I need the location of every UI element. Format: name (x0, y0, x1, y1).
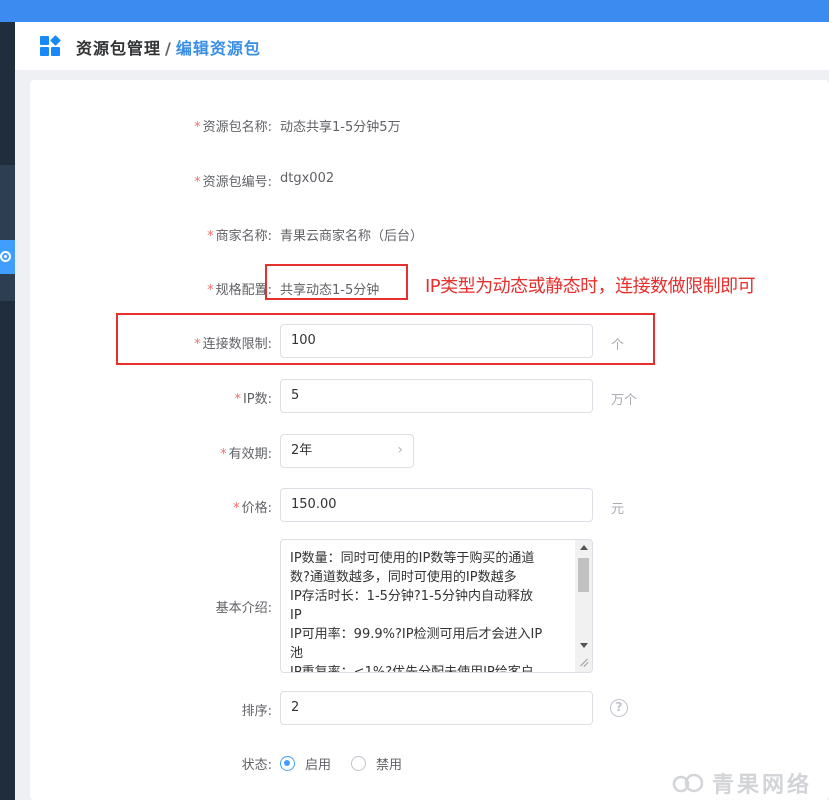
validity-select[interactable]: 2年 › (280, 434, 414, 468)
status-radio-enable[interactable]: 启用 (280, 754, 331, 773)
radio-checked-icon (280, 755, 295, 771)
merchant-label: * 商家名称: (207, 229, 272, 244)
code-value: dtgx002 (280, 171, 335, 186)
scroll-up-icon[interactable] (580, 545, 588, 550)
name-value: 动态共享1-5分钟5万 (280, 120, 401, 135)
scroll-thumb[interactable] (578, 558, 589, 592)
form-row-name: * 资源包名称: 动态共享1-5分钟5万 (30, 107, 829, 143)
breadcrumb: 资源包管理 / 编辑资源包 (76, 35, 261, 59)
price-unit: 元 (611, 502, 625, 517)
status-label: 状态: (241, 758, 272, 773)
sidebar-active-group[interactable] (0, 165, 15, 301)
intro-textarea[interactable]: IP数量：同时可使用的IP数等于购买的通道 数?通道数越多，同时可使用的IP数越… (280, 539, 593, 673)
watermark-logo-icon (672, 773, 704, 793)
top-bar (0, 0, 829, 22)
chevron-right-icon: › (397, 442, 403, 458)
form-card: * 资源包名称: 动态共享1-5分钟5万 * 资源包编号: dtgx002 * 商家名… (30, 80, 829, 800)
textarea-scrollbar[interactable] (575, 540, 592, 672)
form-row-sort: 排序: 2 ? (30, 691, 829, 727)
spec-label: * 规格配置: (207, 283, 272, 298)
code-label: * 资源包编号: (194, 175, 272, 190)
validity-selected: 2年 (291, 443, 313, 458)
required-mark: * (234, 392, 241, 407)
merchant-value: 青果云商家名称（后台） (280, 229, 424, 244)
form-row-validity: * 有效期: 2年 › (30, 434, 829, 470)
watermark: 青果网络 (672, 770, 813, 798)
ip-count-unit: 万个 (611, 393, 638, 408)
price-label: * 价格: (233, 501, 272, 516)
price-input[interactable]: 150.00 (280, 488, 593, 522)
required-mark: * (220, 447, 227, 462)
validity-label: * 有效期: (220, 447, 272, 462)
grid-icon (40, 35, 61, 56)
ip-count-input[interactable]: 5 (280, 379, 593, 413)
required-mark: * (194, 175, 201, 190)
breadcrumb-separator: / (165, 39, 172, 58)
form-row-merchant: * 商家名称: 青果云商家名称（后台） (30, 216, 829, 252)
help-icon[interactable]: ? (610, 699, 628, 717)
required-mark: * (207, 229, 214, 244)
form-row-intro: 基本介绍: IP数量：同时可使用的IP数等于购买的通道 数?通道数越多，同时可使… (30, 539, 829, 673)
intro-text: IP数量：同时可使用的IP数等于购买的通道 数?通道数越多，同时可使用的IP数越… (290, 551, 543, 673)
scroll-down-icon[interactable] (580, 643, 588, 648)
breadcrumb-root[interactable]: 资源包管理 (76, 39, 161, 58)
status-radio-disable[interactable]: 禁用 (351, 754, 402, 773)
page-header: 资源包管理 / 编辑资源包 (15, 22, 829, 70)
annotation-text: IP类型为动态或静态时，连接数做限制即可 (425, 276, 756, 297)
breadcrumb-current: 编辑资源包 (175, 39, 261, 58)
required-mark: * (233, 501, 240, 516)
form-row-price: * 价格: 150.00 元 (30, 488, 829, 524)
required-mark: * (194, 120, 201, 135)
form-row-ip-count: * IP数: 5 万个 (30, 379, 829, 415)
sidebar-item-active[interactable] (0, 240, 15, 274)
resize-grip-icon[interactable] (579, 658, 589, 668)
highlight-box-conn-limit (116, 313, 655, 365)
radio-unchecked-icon (351, 755, 366, 771)
intro-label: 基本介绍: (215, 601, 272, 616)
sort-input[interactable]: 2 (280, 691, 593, 725)
watermark-text: 青果网络 (712, 773, 813, 798)
sidebar (0, 22, 15, 800)
required-mark: * (207, 283, 214, 298)
highlight-box-spec (265, 264, 408, 300)
sort-label: 排序: (241, 704, 272, 719)
target-icon (0, 251, 11, 262)
ip-count-label: * IP数: (234, 392, 272, 407)
name-label: * 资源包名称: (194, 120, 272, 135)
form-row-code: * 资源包编号: dtgx002 (30, 162, 829, 198)
